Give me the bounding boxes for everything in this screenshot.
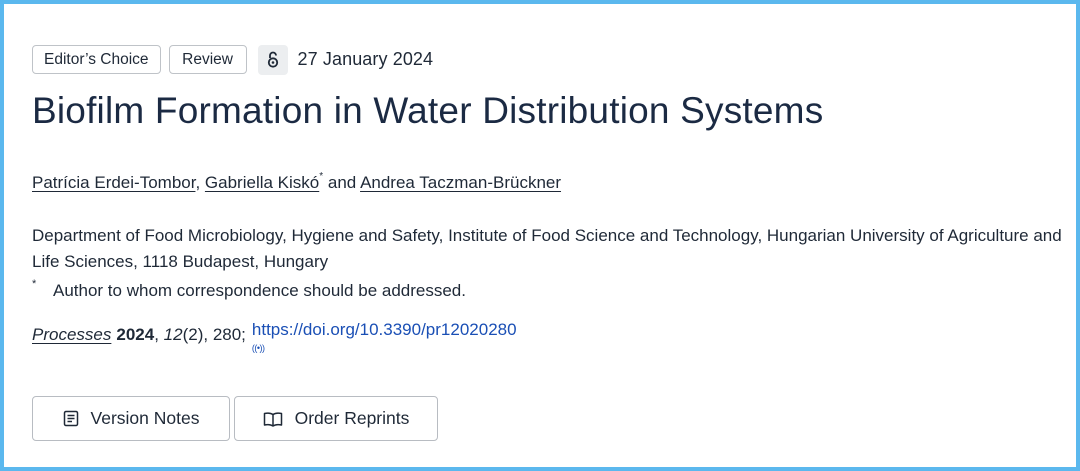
- article-header-card: Editor’s Choice Review 27 January 2024 B…: [0, 0, 1080, 471]
- order-reprints-label: Order Reprints: [294, 408, 410, 428]
- badge-row: Editor’s Choice Review 27 January 2024: [32, 44, 1076, 75]
- journal-link[interactable]: Processes: [32, 325, 111, 345]
- corresponding-author-mark: *: [319, 171, 324, 183]
- doi-block: https://doi.org/10.3390/pr12020280 ((•)): [252, 320, 517, 353]
- affiliation: Department of Food Microbiology, Hygiene…: [32, 226, 1062, 271]
- correspondence-text: Author to whom correspondence should be …: [53, 281, 466, 300]
- correspondence-note: * Author to whom correspondence should b…: [32, 278, 1076, 301]
- review-badge[interactable]: Review: [168, 45, 247, 74]
- citation-volume: 12: [163, 325, 183, 344]
- order-reprints-button[interactable]: Order Reprints: [234, 396, 438, 441]
- publication-date: 27 January 2024: [297, 49, 434, 69]
- citation-year: 2024: [116, 325, 155, 344]
- citation-separator: ,: [154, 325, 159, 344]
- cite-broadcast-icon[interactable]: ((•)): [252, 343, 517, 353]
- doi-link[interactable]: https://doi.org/10.3390/pr12020280: [252, 320, 517, 340]
- version-notes-button[interactable]: Version Notes: [32, 396, 230, 441]
- author-list: Patrícia Erdei-Tombor, Gabriella Kiskó* …: [32, 171, 1076, 197]
- article-title: Biofilm Formation in Water Distribution …: [32, 90, 824, 131]
- author-link-kisko[interactable]: Gabriella Kiskó: [205, 173, 319, 192]
- editors-choice-badge[interactable]: Editor’s Choice: [32, 45, 161, 74]
- version-notes-label: Version Notes: [90, 408, 200, 428]
- notes-icon: [63, 410, 79, 427]
- open-access-icon: [257, 44, 288, 75]
- author-link-erdei-tombor[interactable]: Patrícia Erdei-Tombor: [32, 173, 195, 192]
- book-icon: [263, 411, 283, 427]
- citation-issue-pages: (2), 280;: [182, 325, 246, 344]
- article-header-content: Editor’s Choice Review 27 January 2024 B…: [32, 44, 1076, 353]
- citation: Processes 2024, 12 (2), 280; https://doi.…: [32, 320, 1076, 353]
- author-separator: ,: [195, 173, 201, 192]
- action-buttons: Version Notes Order Reprints: [32, 396, 442, 441]
- author-separator-and: and: [327, 173, 357, 192]
- correspondence-mark: *: [32, 278, 37, 290]
- author-link-taczman-bruckner[interactable]: Andrea Taczman-Brückner: [360, 173, 561, 192]
